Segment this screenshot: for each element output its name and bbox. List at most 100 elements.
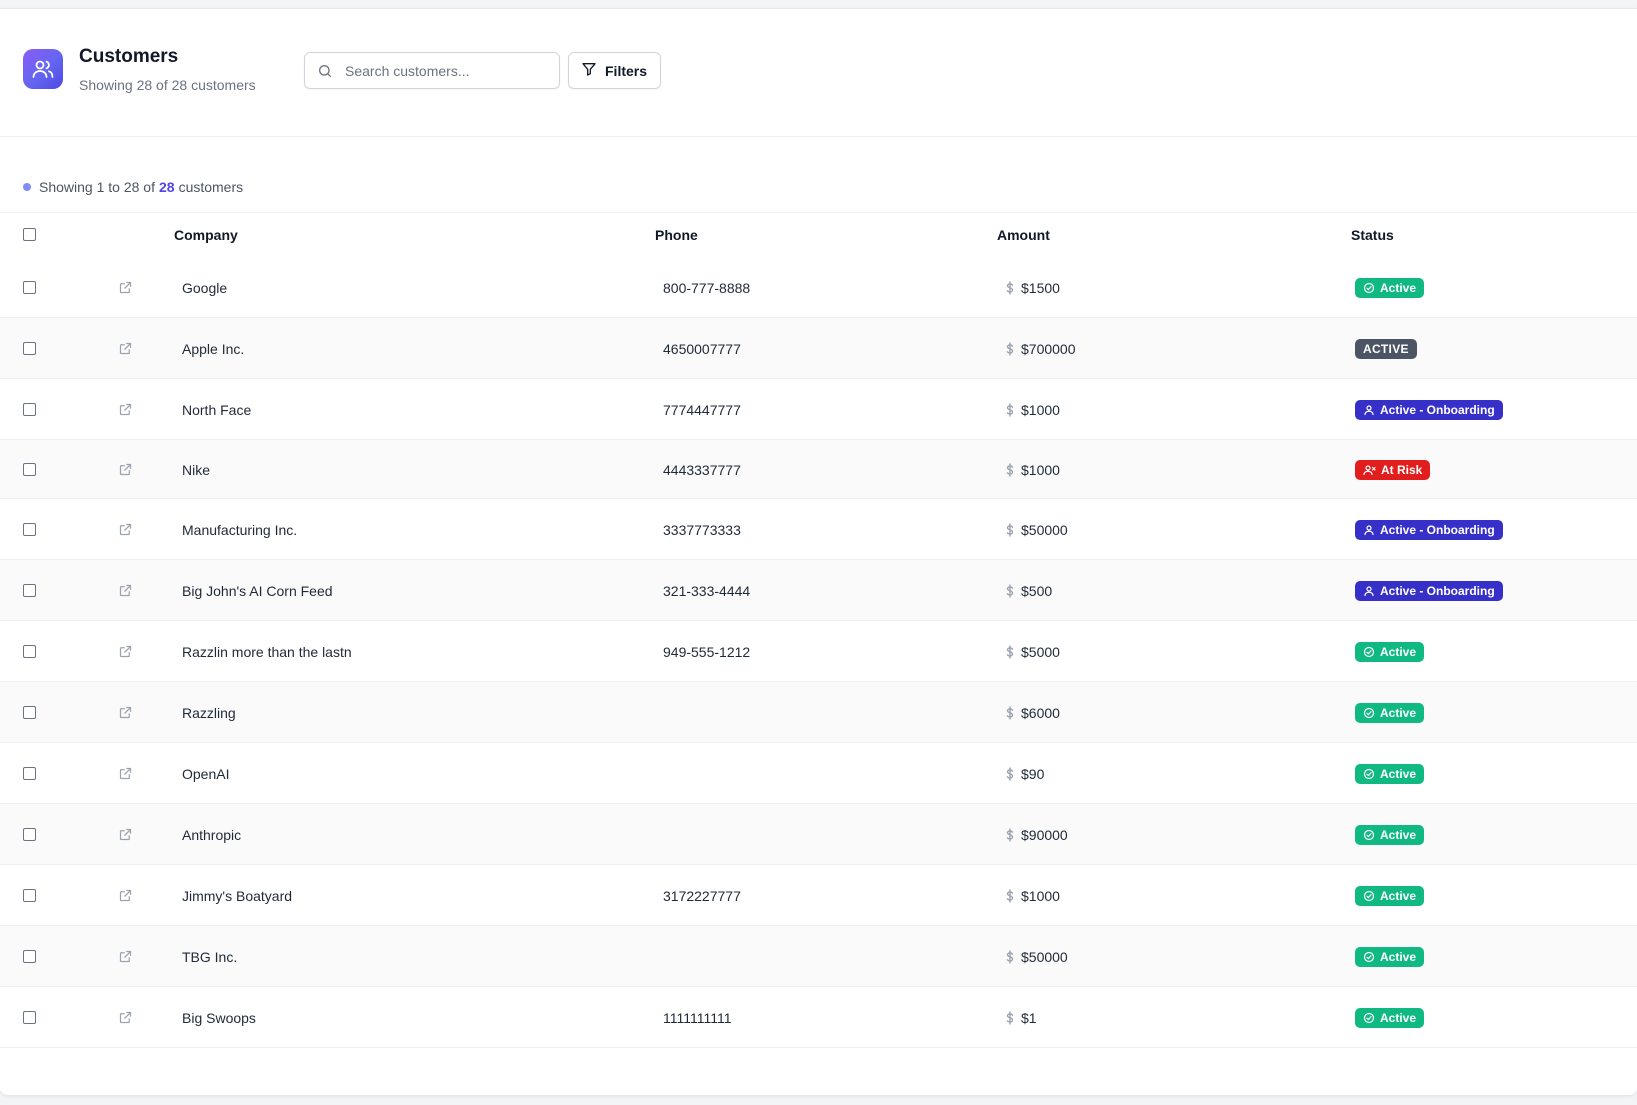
customers-table: Company Phone Amount Status Google 800-77…	[0, 212, 1637, 1048]
external-link-icon[interactable]	[118, 827, 133, 847]
amount-value: $500	[1021, 583, 1053, 599]
row-checkbox[interactable]	[23, 403, 36, 416]
status-label: ACTIVE	[1363, 342, 1409, 356]
search-box[interactable]	[304, 52, 560, 89]
dollar-icon	[1005, 403, 1015, 422]
row-checkbox[interactable]	[23, 1011, 36, 1024]
row-checkbox[interactable]	[23, 463, 36, 476]
external-link-icon[interactable]	[118, 949, 133, 969]
external-link-icon[interactable]	[118, 644, 133, 664]
table-row[interactable]: Jimmy's Boatyard 3172227777 $1000 Active	[0, 865, 1637, 926]
row-checkbox[interactable]	[23, 584, 36, 597]
row-checkbox[interactable]	[23, 767, 36, 780]
table-row[interactable]: Razzlin more than the lastn 949-555-1212 $…	[0, 621, 1637, 682]
table-row[interactable]: Big John's AI Corn Feed 321-333-4444 $500 A…	[0, 560, 1637, 621]
row-checkbox[interactable]	[23, 889, 36, 902]
company-name[interactable]: OpenAI	[182, 766, 229, 782]
filters-button[interactable]: Filters	[568, 52, 661, 89]
column-header-phone[interactable]: Phone	[655, 227, 698, 243]
company-name[interactable]: Apple Inc.	[182, 341, 244, 357]
table-row[interactable]: Anthropic $90000 Active	[0, 804, 1637, 865]
table-row[interactable]: Razzling $6000 Active	[0, 682, 1637, 743]
table-row[interactable]: OpenAI $90 Active	[0, 743, 1637, 804]
external-link-icon[interactable]	[118, 522, 133, 542]
status-label: Active - Onboarding	[1380, 523, 1495, 537]
table-row[interactable]: Google 800-777-8888 $1500 Active	[0, 257, 1637, 318]
row-checkbox[interactable]	[23, 342, 36, 355]
status-badge[interactable]: Active	[1355, 764, 1425, 784]
external-link-icon[interactable]	[118, 888, 133, 908]
company-name[interactable]: Razzling	[182, 705, 236, 721]
summary-suffix: customers	[178, 179, 244, 195]
status-badge[interactable]: Active	[1355, 947, 1425, 967]
status-badge[interactable]: ACTIVE	[1355, 339, 1417, 359]
dollar-icon	[1005, 281, 1015, 300]
company-name[interactable]: Nike	[182, 462, 210, 478]
dollar-icon	[1005, 342, 1015, 361]
row-checkbox[interactable]	[23, 523, 36, 536]
status-badge[interactable]: Active	[1355, 642, 1425, 662]
check-circle-icon	[1363, 646, 1375, 658]
phone-number: 4443337777	[663, 462, 741, 478]
dollar-icon	[1005, 889, 1015, 908]
external-link-icon[interactable]	[118, 280, 133, 300]
status-badge[interactable]: Active - Onboarding	[1355, 400, 1503, 420]
status-badge[interactable]: Active	[1355, 886, 1425, 906]
amount-value: $1500	[1021, 280, 1060, 296]
external-link-icon[interactable]	[118, 1010, 133, 1030]
status-badge[interactable]: Active	[1355, 825, 1425, 845]
company-name[interactable]: Razzlin more than the lastn	[182, 644, 352, 660]
row-checkbox[interactable]	[23, 950, 36, 963]
check-circle-icon	[1363, 951, 1375, 963]
table-row[interactable]: North Face 7774447777 $1000 Active - Onboar…	[0, 379, 1637, 440]
status-badge[interactable]: Active	[1355, 1008, 1425, 1028]
external-link-icon[interactable]	[118, 705, 133, 725]
dollar-icon	[1005, 645, 1015, 664]
external-link-icon[interactable]	[118, 583, 133, 603]
status-badge[interactable]: Active	[1355, 278, 1425, 298]
table-body: Google 800-777-8888 $1500 Active Apple Inc. 4…	[0, 257, 1637, 1048]
status-badge[interactable]: At Risk	[1355, 460, 1431, 480]
phone-number: 800-777-8888	[663, 280, 751, 296]
status-label: Active	[1380, 828, 1417, 842]
table-row[interactable]: Big Swoops 1111111111 $1 Active	[0, 987, 1637, 1048]
check-circle-icon	[1363, 890, 1375, 902]
table-row[interactable]: Nike 4443337777 $1000 At Risk	[0, 440, 1637, 499]
table-row[interactable]: Manufacturing Inc. 3337773333 $50000 Active…	[0, 499, 1637, 560]
customers-window: Customers Showing 28 of 28 customers Fil…	[0, 8, 1637, 1096]
table-row[interactable]: TBG Inc. $50000 Active	[0, 926, 1637, 987]
external-link-icon[interactable]	[118, 766, 133, 786]
status-badge[interactable]: Active - Onboarding	[1355, 520, 1503, 540]
phone-number: 4650007777	[663, 341, 741, 357]
page-header: Customers Showing 28 of 28 customers Fil…	[0, 9, 1637, 137]
company-name[interactable]: Big John's AI Corn Feed	[182, 583, 333, 599]
status-badge[interactable]: Active - Onboarding	[1355, 581, 1503, 601]
row-checkbox[interactable]	[23, 645, 36, 658]
status-label: Active	[1380, 1011, 1417, 1025]
search-icon	[317, 63, 333, 84]
external-link-icon[interactable]	[118, 462, 133, 482]
company-name[interactable]: Manufacturing Inc.	[182, 522, 297, 538]
column-header-amount[interactable]: Amount	[997, 227, 1050, 243]
company-name[interactable]: Big Swoops	[182, 1010, 256, 1026]
select-all-checkbox[interactable]	[23, 228, 36, 241]
row-checkbox[interactable]	[23, 828, 36, 841]
external-link-icon[interactable]	[118, 402, 133, 422]
amount-value: $1	[1021, 1010, 1037, 1026]
amount-value: $50000	[1021, 522, 1068, 538]
company-name[interactable]: North Face	[182, 402, 251, 418]
row-checkbox[interactable]	[23, 706, 36, 719]
company-name[interactable]: Anthropic	[182, 827, 241, 843]
company-name[interactable]: TBG Inc.	[182, 949, 237, 965]
search-input[interactable]	[345, 53, 555, 88]
company-name[interactable]: Google	[182, 280, 227, 296]
column-header-status[interactable]: Status	[1351, 227, 1394, 243]
external-link-icon[interactable]	[118, 341, 133, 361]
column-header-company[interactable]: Company	[174, 227, 238, 243]
status-badge[interactable]: Active	[1355, 703, 1425, 723]
amount-value: $1000	[1021, 402, 1060, 418]
company-name[interactable]: Jimmy's Boatyard	[182, 888, 292, 904]
status-label: Active	[1380, 889, 1417, 903]
row-checkbox[interactable]	[23, 281, 36, 294]
table-row[interactable]: Apple Inc. 4650007777 $700000 ACTIVE	[0, 318, 1637, 379]
